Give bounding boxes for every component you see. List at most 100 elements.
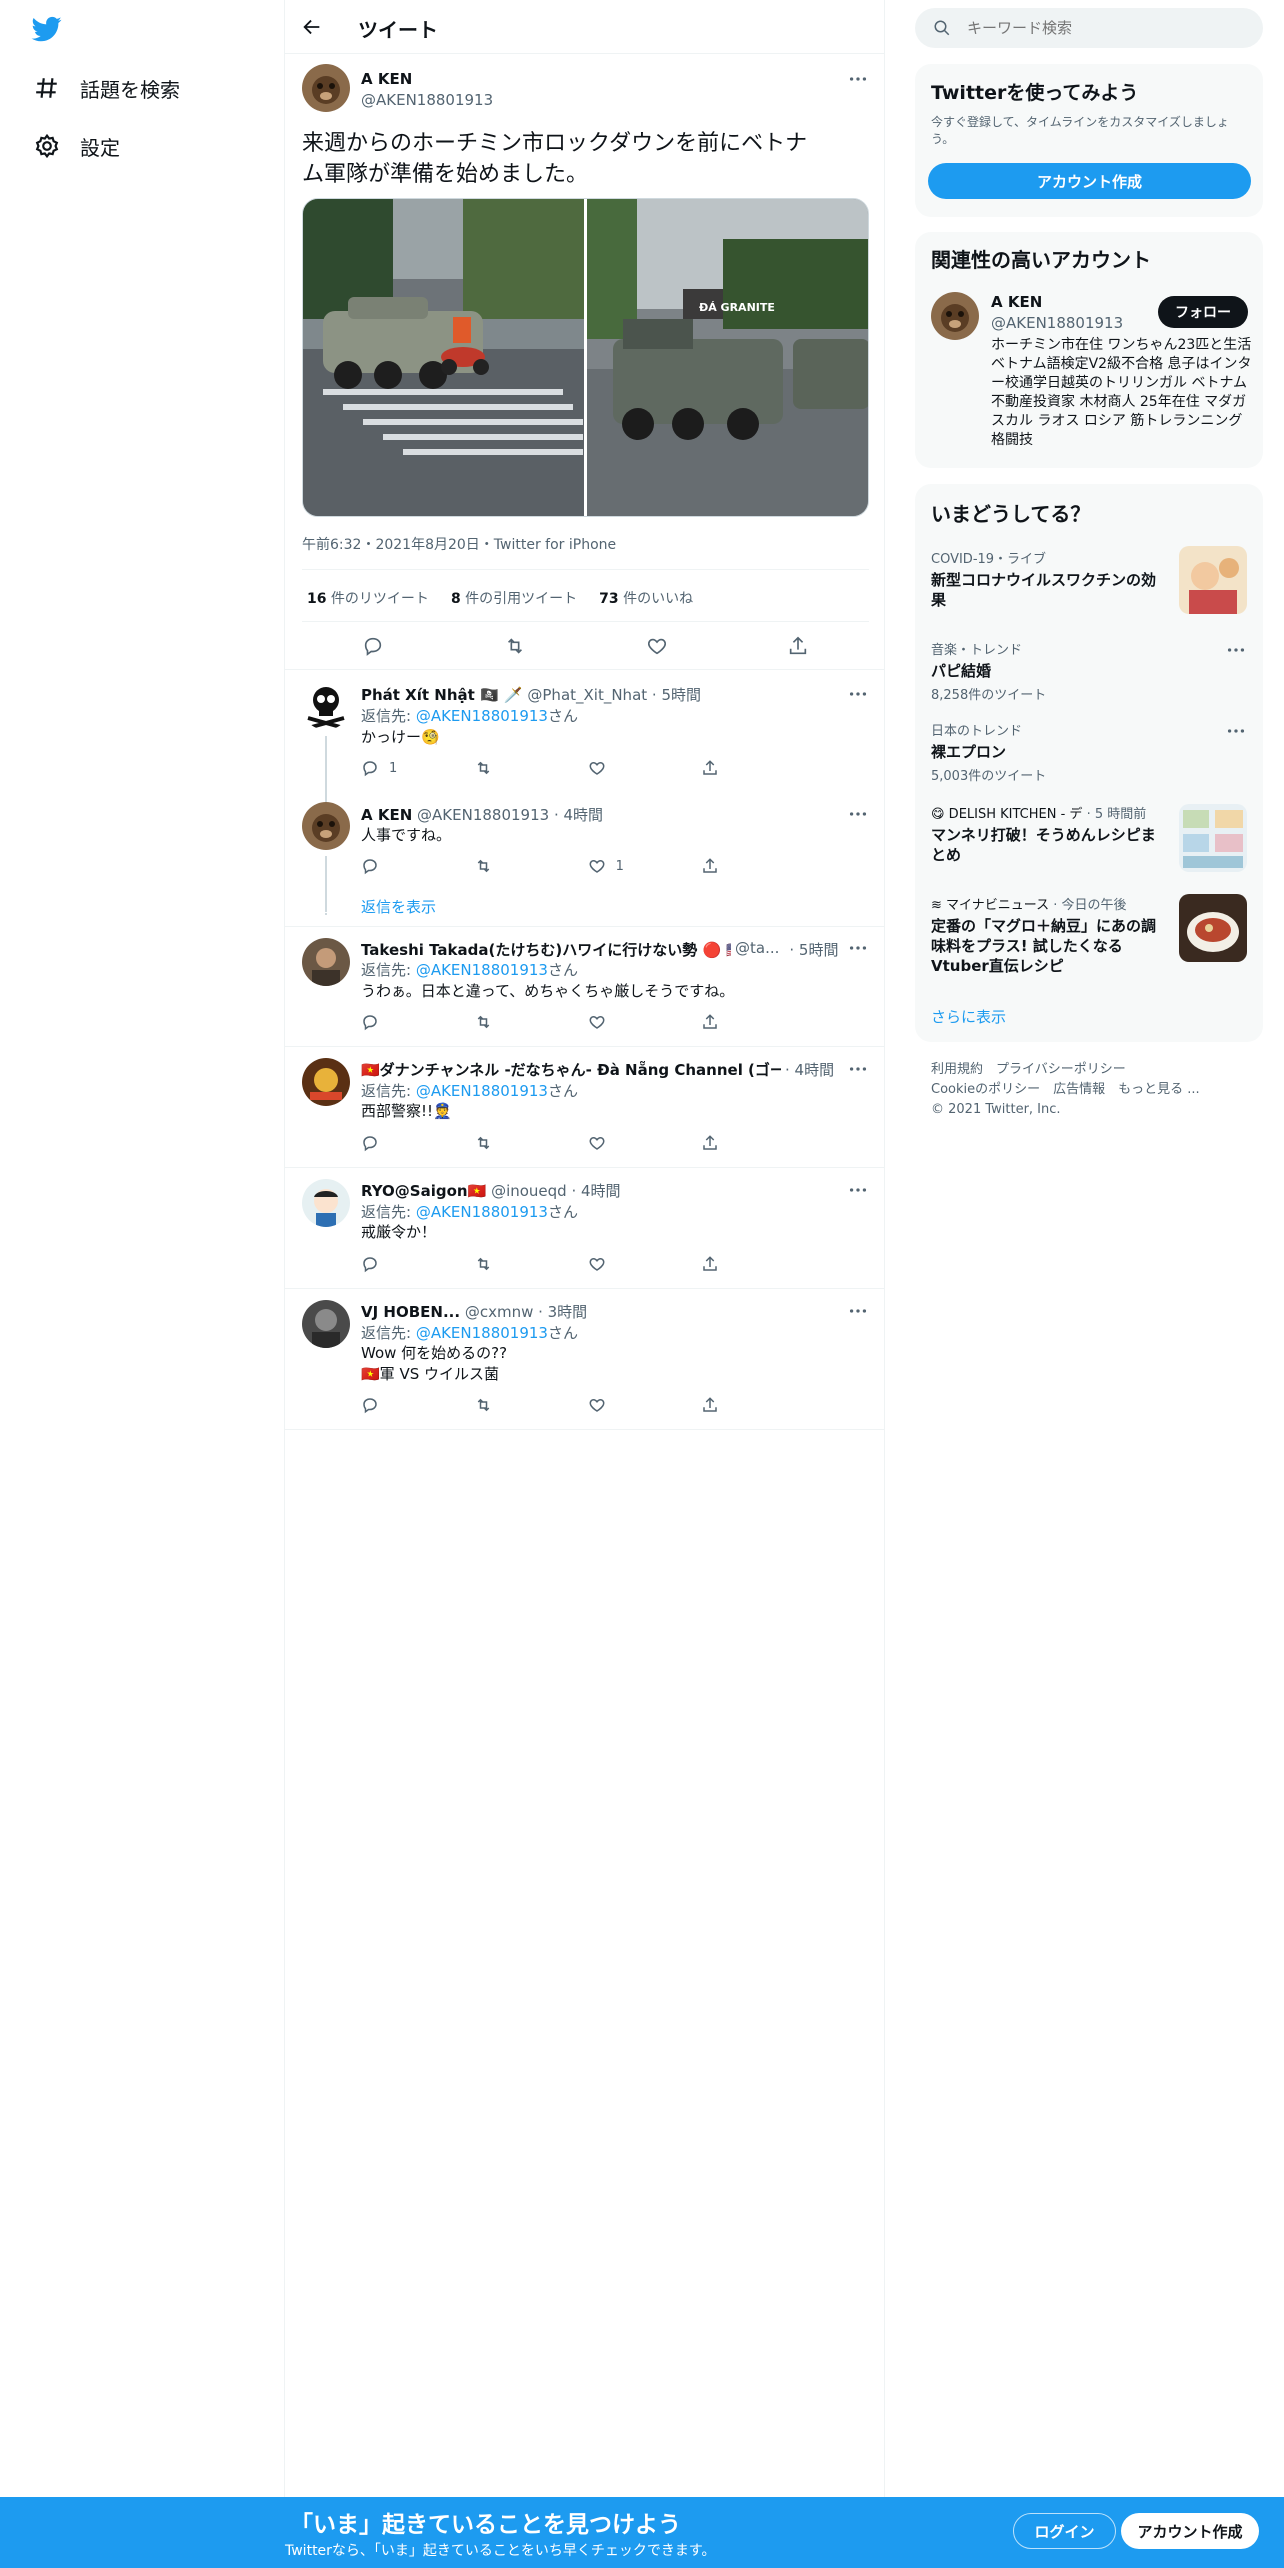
quotes-stat[interactable]: 8 件の引用ツイート bbox=[451, 588, 577, 608]
share-button[interactable] bbox=[701, 1396, 791, 1414]
photo-right[interactable] bbox=[587, 199, 869, 517]
reply-header: RYO@Saigon🇻🇳 @inoueqd · 4時間 bbox=[361, 1180, 621, 1201]
share-button[interactable] bbox=[701, 1134, 791, 1152]
more-options-icon[interactable] bbox=[847, 68, 869, 90]
photo-sign-text: ĐÁ GRANITE bbox=[699, 301, 775, 314]
create-account-button[interactable]: アカウント作成 bbox=[928, 163, 1251, 199]
avatar[interactable] bbox=[302, 1179, 350, 1227]
avatar[interactable] bbox=[302, 682, 350, 730]
retweet-button[interactable] bbox=[474, 857, 564, 875]
author-name[interactable]: A KEN bbox=[361, 70, 412, 88]
avatar[interactable] bbox=[302, 1300, 350, 1348]
reply-author-name[interactable]: 🇻🇳ダナンチャンネル -だなちゃん- Đà Nẵng Channel (ゴーゴー bbox=[361, 1059, 781, 1080]
trend-item[interactable]: 日本のトレンド 裸エプロン 5,003件のツイート bbox=[931, 720, 1251, 784]
show-more-link[interactable]: さらに表示 bbox=[931, 1006, 1006, 1027]
reply-button[interactable] bbox=[361, 857, 451, 875]
reply-time[interactable]: · 5時間 bbox=[789, 939, 838, 960]
reply-button[interactable]: 1 bbox=[361, 759, 451, 777]
tweet-timestamp[interactable]: 午前6:32・2021年8月20日・Twitter for iPhone bbox=[302, 534, 616, 554]
reply-to-line: 返信先: @AKEN18801913さん bbox=[361, 1324, 578, 1342]
trends-title: いまどうしてる？ bbox=[931, 502, 1091, 526]
retweet-button[interactable] bbox=[474, 759, 564, 777]
reply-button[interactable] bbox=[361, 1134, 451, 1152]
retweet-button[interactable] bbox=[474, 1134, 564, 1152]
likes-stat[interactable]: 73 件のいいね bbox=[599, 588, 693, 608]
share-button[interactable] bbox=[701, 759, 791, 777]
twitter-bird-icon[interactable] bbox=[30, 14, 64, 44]
share-button[interactable] bbox=[701, 857, 791, 875]
retweet-button[interactable] bbox=[474, 1013, 564, 1031]
login-button[interactable]: ログイン bbox=[1013, 2513, 1116, 2549]
share-button[interactable] bbox=[787, 635, 809, 657]
like-button[interactable] bbox=[646, 635, 668, 657]
mention-link[interactable]: @AKEN18801913 bbox=[416, 1082, 548, 1100]
like-button[interactable] bbox=[588, 1255, 678, 1273]
mention-link[interactable]: @AKEN18801913 bbox=[416, 961, 548, 979]
signup-button[interactable]: アカウント作成 bbox=[1121, 2513, 1259, 2549]
show-replies-link[interactable]: 返信を表示 bbox=[361, 896, 436, 917]
reply-time[interactable]: · 4時間 bbox=[785, 1059, 834, 1080]
avatar[interactable] bbox=[931, 292, 979, 340]
reply-button[interactable] bbox=[361, 1396, 451, 1414]
like-button[interactable] bbox=[588, 1396, 678, 1414]
author-handle[interactable]: @AKEN18801913 bbox=[361, 91, 493, 109]
related-name[interactable]: A KEN bbox=[991, 293, 1042, 311]
photo-left[interactable] bbox=[303, 199, 584, 517]
more-options-icon[interactable] bbox=[1225, 639, 1247, 661]
nav-explore[interactable]: 話題を検索 bbox=[34, 68, 180, 108]
follow-button[interactable]: フォロー bbox=[1158, 296, 1248, 328]
reply-button[interactable] bbox=[361, 1013, 451, 1031]
reply-button[interactable] bbox=[362, 635, 384, 657]
more-options-icon[interactable] bbox=[847, 1300, 869, 1322]
tweet-text-line2: ム軍隊が準備を始めました。 bbox=[302, 162, 589, 187]
reply-author-handle[interactable]: @cxmnw · 3時間 bbox=[465, 1303, 587, 1321]
reply-author-handle[interactable]: @inoueqd · 4時間 bbox=[491, 1182, 620, 1200]
reply-author-handle[interactable]: @Phat_Xit_Nhat · 5時間 bbox=[527, 686, 701, 704]
retweet-button[interactable] bbox=[474, 1255, 564, 1273]
reply-author-name[interactable]: VJ HOBEN... bbox=[361, 1303, 460, 1321]
related-handle[interactable]: @AKEN18801913 bbox=[991, 314, 1123, 332]
like-button[interactable] bbox=[588, 759, 678, 777]
more-options-icon[interactable] bbox=[1225, 720, 1247, 742]
share-button[interactable] bbox=[701, 1255, 791, 1273]
reply-author-name[interactable]: Phát Xít Nhật 🏴‍☠️ 🗡️ bbox=[361, 686, 523, 704]
related-accounts-card: 関連性の高いアカウント A KEN @AKEN18801913 フォロー ホーチ… bbox=[915, 232, 1263, 468]
share-button[interactable] bbox=[701, 1013, 791, 1031]
reply-author-name[interactable]: RYO@Saigon🇻🇳 bbox=[361, 1182, 486, 1200]
more-options-icon[interactable] bbox=[847, 803, 869, 825]
search-box[interactable] bbox=[915, 8, 1263, 48]
reply-to-line: 返信先: @AKEN18801913さん bbox=[361, 961, 578, 979]
retweets-stat[interactable]: 16 件のリツイート bbox=[307, 588, 429, 608]
like-button[interactable] bbox=[588, 1134, 678, 1152]
reply-button[interactable] bbox=[361, 1255, 451, 1273]
tweet-media[interactable]: ĐÁ GRANITE bbox=[302, 198, 869, 517]
retweet-button[interactable] bbox=[474, 1396, 564, 1414]
back-arrow-icon[interactable] bbox=[301, 16, 323, 38]
mention-link[interactable]: @AKEN18801913 bbox=[416, 1203, 548, 1221]
nav-settings[interactable]: 設定 bbox=[34, 126, 120, 166]
reply-author-handle[interactable]: @AKEN18801913 · 4時間 bbox=[417, 806, 603, 824]
reply-header: Phát Xít Nhật 🏴‍☠️ 🗡️ @Phat_Xit_Nhat · 5… bbox=[361, 684, 701, 705]
more-options-icon[interactable] bbox=[847, 937, 869, 959]
search-input[interactable] bbox=[967, 19, 1237, 37]
reply-author-name[interactable]: Takeshi Takada(たけちむ)ハワイに行けない勢 🔴 🇺🇸🇵🇭 bbox=[361, 939, 731, 960]
avatar[interactable] bbox=[302, 1058, 350, 1106]
divider bbox=[302, 621, 869, 622]
reply-author-handle[interactable]: @ta... bbox=[735, 939, 779, 960]
more-options-icon[interactable] bbox=[847, 1058, 869, 1080]
footer-links-2[interactable]: Cookieのポリシー 広告情報 もっと見る ... bbox=[931, 1080, 1200, 1100]
like-button[interactable] bbox=[588, 1013, 678, 1031]
more-options-icon[interactable] bbox=[847, 1179, 869, 1201]
trend-item[interactable]: 音楽・トレンド パピ結婚 8,258件のツイート bbox=[931, 639, 1251, 703]
mention-link[interactable]: @AKEN18801913 bbox=[416, 1324, 548, 1342]
retweet-button[interactable] bbox=[503, 635, 527, 657]
avatar[interactable] bbox=[302, 64, 350, 112]
avatar[interactable] bbox=[302, 938, 350, 986]
mention-link[interactable]: @AKEN18801913 bbox=[416, 707, 548, 725]
reply-author-name[interactable]: A KEN bbox=[361, 806, 412, 824]
more-options-icon[interactable] bbox=[847, 683, 869, 705]
trend-thumbnail bbox=[1179, 894, 1247, 962]
footer-links-1[interactable]: 利用規約 プライバシーポリシー bbox=[931, 1060, 1200, 1080]
avatar[interactable] bbox=[302, 802, 350, 850]
like-button[interactable]: 1 bbox=[588, 857, 678, 875]
